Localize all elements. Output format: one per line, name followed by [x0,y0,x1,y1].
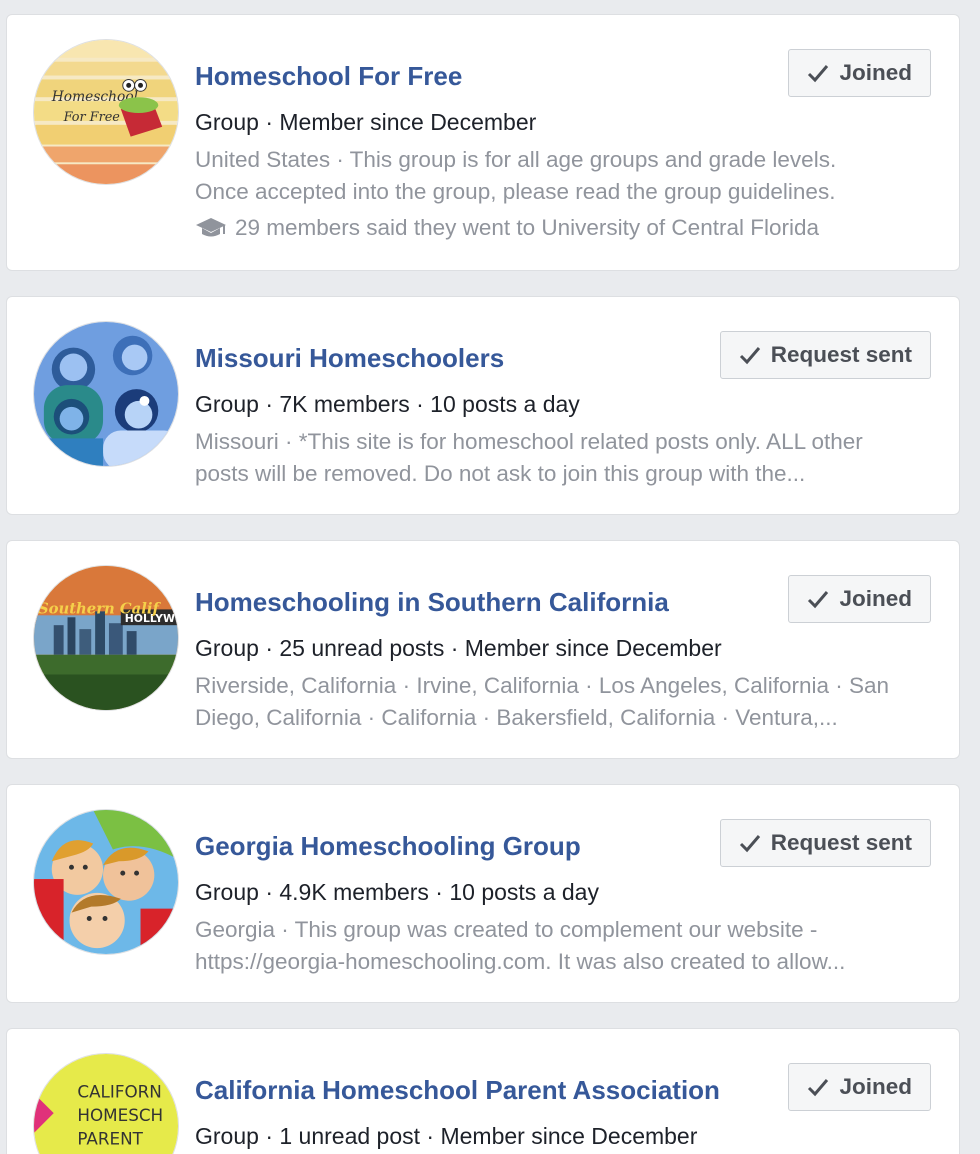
group-meta: Group · 25 unread posts · Member since D… [195,635,722,661]
group-avatar-image [34,810,178,954]
request-sent-button[interactable]: Request sent [719,331,931,379]
group-title[interactable]: California Homeschool Parent Association [195,1075,720,1106]
description-line: Missouri · *This site is for homeschool … [195,429,863,454]
group-card-missouri-homeschoolers: Missouri Homeschoolers Group · 7K member… [6,296,960,515]
group-avatar[interactable]: Homeschool For Free [33,39,179,185]
group-card-homeschool-for-free: Homeschool For Free Homeschool For Free … [6,14,960,271]
avatar-text: HOMESCH [77,1105,163,1125]
button-label: Joined [839,60,912,85]
group-title[interactable]: Homeschooling in Southern California [195,587,669,618]
joined-button[interactable]: Joined [788,575,931,623]
description-line: https://georgia-homeschooling.com. It wa… [195,949,846,974]
group-meta: Group · Member since December [195,109,537,135]
avatar-text: For Free [63,110,120,125]
description-line: Once accepted into the group, please rea… [195,179,836,204]
check-icon [739,347,760,365]
check-icon [808,1079,829,1097]
button-label: Request sent [770,830,912,855]
group-avatar[interactable]: HOLLYWO Southern Calif [33,565,179,711]
group-title[interactable]: Missouri Homeschoolers [195,343,504,374]
mutual-members: 29 members said they went to University … [195,215,819,241]
avatar-text: CALIFORN [77,1081,161,1101]
group-avatar-image: HOLLYWO Southern Calif [34,566,178,710]
description-line: Riverside, California · Irvine, Californ… [195,673,890,698]
group-description: Riverside, California · Irvine, Californ… [195,670,935,734]
group-avatar-image: Homeschool For Free [34,40,178,184]
group-description: Missouri · *This site is for homeschool … [195,426,935,490]
graduation-cap-icon [196,218,226,237]
group-title[interactable]: Georgia Homeschooling Group [195,831,581,862]
group-avatar[interactable]: CALIFORN HOMESCH PARENT [33,1053,179,1154]
check-icon [808,65,829,83]
description-line: Diego, California · California · Bakersf… [195,705,838,730]
check-icon [808,591,829,609]
group-card-homeschooling-southern-california: HOLLYWO Southern Calif Homeschooling in … [6,540,960,759]
group-avatar[interactable] [33,321,179,467]
group-title[interactable]: Homeschool For Free [195,61,462,92]
joined-button[interactable]: Joined [788,49,931,97]
request-sent-button[interactable]: Request sent [719,819,931,867]
button-label: Request sent [770,342,912,367]
group-avatar-image: CALIFORN HOMESCH PARENT [34,1054,178,1154]
mutual-text: 29 members said they went to University … [235,215,819,240]
group-avatar[interactable] [33,809,179,955]
avatar-text: Southern Calif [38,600,162,617]
group-card-georgia-homeschooling: Georgia Homeschooling Group Group · 4.9K… [6,784,960,1003]
group-avatar-image [34,322,178,466]
joined-button[interactable]: Joined [788,1063,931,1111]
group-meta: Group · 4.9K members · 10 posts a day [195,879,599,905]
avatar-text: PARENT [77,1129,143,1149]
group-meta: Group · 7K members · 10 posts a day [195,391,580,417]
description-line: United States · This group is for all ag… [195,147,837,172]
button-label: Joined [839,1074,912,1099]
check-icon [739,835,760,853]
group-description: United States · This group is for all ag… [195,144,935,208]
description-line: Georgia · This group was created to comp… [195,917,818,942]
group-card-california-homeschool-parent-association: CALIFORN HOMESCH PARENT California Homes… [6,1028,960,1154]
group-meta: Group · 1 unread post · Member since Dec… [195,1123,698,1149]
description-line: posts will be removed. Do not ask to joi… [195,461,806,486]
group-description: Georgia · This group was created to comp… [195,914,935,978]
button-label: Joined [839,586,912,611]
